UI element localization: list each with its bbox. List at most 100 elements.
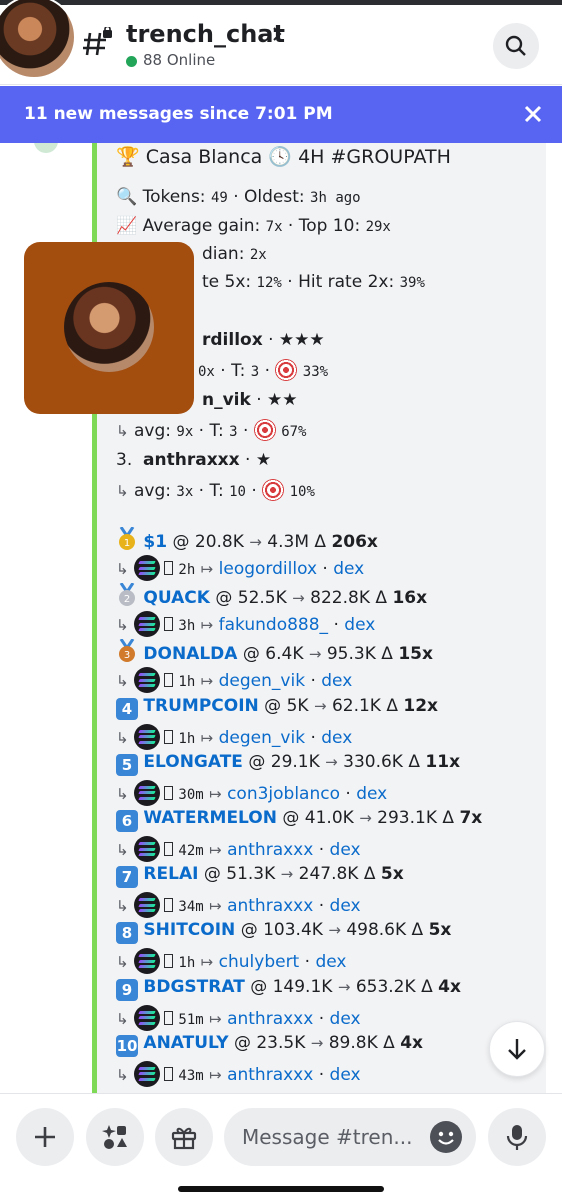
- close-icon[interactable]: [520, 101, 546, 127]
- call-meta: ↳ 2h ↦ leogordillox · dex: [116, 555, 364, 581]
- right-arrow-icon: →: [325, 752, 338, 771]
- right-arrow-icon: →: [337, 977, 351, 996]
- arrow-down-icon: [508, 1039, 526, 1060]
- missing-glyph-icon: [163, 617, 173, 632]
- delta-icon: Δ: [381, 644, 393, 665]
- right-arrow-icon: →: [310, 1033, 324, 1052]
- token-link[interactable]: ELONGATE: [143, 752, 243, 772]
- jump-to-present-button[interactable]: [489, 1021, 545, 1077]
- leader-2-stats: ↳ avg: 9x · T: 3 · 67%: [116, 419, 307, 441]
- right-arrow-icon: →: [292, 589, 305, 608]
- call-row: 1 $1 @ 20.8K → 4.3M Δ 206x: [116, 527, 378, 552]
- token-link[interactable]: BDGSTRAT: [143, 977, 244, 997]
- dex-link[interactable]: dex: [330, 840, 361, 860]
- token-link[interactable]: $1: [143, 532, 167, 552]
- maps-to-icon: ↦: [209, 841, 222, 859]
- dex-link[interactable]: dex: [321, 671, 352, 691]
- caller-link[interactable]: leogordillox: [219, 559, 317, 579]
- server-avatar[interactable]: [0, 0, 76, 79]
- delta-icon: Δ: [411, 920, 424, 941]
- dex-link[interactable]: dex: [333, 559, 364, 579]
- call-row: 8 SHITCOIN @ 103.4K → 498.6K Δ 5x: [116, 920, 451, 945]
- maps-to-icon: ↦: [209, 784, 222, 803]
- token-link[interactable]: WATERMELON: [143, 808, 277, 828]
- caller-link[interactable]: anthraxxx: [227, 1065, 313, 1085]
- right-arrow-icon: →: [308, 645, 322, 664]
- call-meta: ↳ 51m ↦ anthraxxx · dex: [116, 1004, 361, 1031]
- home-indicator: [178, 1186, 384, 1192]
- dex-link[interactable]: dex: [330, 896, 361, 916]
- maps-to-icon: ↦: [200, 953, 214, 972]
- dex-link[interactable]: dex: [344, 615, 375, 635]
- call-row: 2 QUACK @ 52.5K → 822.8K Δ 16x: [116, 583, 427, 608]
- attach-button[interactable]: [16, 1108, 74, 1166]
- channel-name[interactable]: trench_chat: [126, 20, 285, 48]
- delta-icon: Δ: [314, 532, 327, 552]
- dex-link[interactable]: dex: [321, 728, 352, 748]
- svg-text:3: 3: [124, 650, 130, 661]
- dex-link[interactable]: dex: [330, 1009, 361, 1029]
- trophy-icon: 🏆: [116, 146, 140, 168]
- call-meta: ↳ 1h ↦ degen_vik · dex: [116, 723, 352, 750]
- reaction-partial: [34, 143, 58, 153]
- emoji-button[interactable]: [430, 1121, 462, 1153]
- dex-link[interactable]: dex: [356, 784, 387, 804]
- call-meta: ↳ 34m ↦ anthraxxx · dex: [116, 892, 361, 919]
- medal-icon: 2: [119, 583, 135, 607]
- missing-glyph-icon: [163, 673, 173, 688]
- call-row: 9 BDGSTRAT @ 149.1K → 653.2K Δ 4x: [116, 977, 461, 1001]
- token-link[interactable]: DONALDA: [143, 644, 237, 664]
- caller-link[interactable]: anthraxxx: [227, 896, 313, 916]
- call-meta: ↳ 1h ↦ degen_vik · dex: [116, 667, 352, 694]
- rank-badge: 6: [116, 810, 138, 832]
- avatar: [64, 282, 154, 372]
- reply-arrow-icon: ↳: [116, 953, 129, 972]
- voice-message-button[interactable]: [488, 1108, 546, 1166]
- leader-2: n_vik · ★★: [202, 390, 298, 410]
- message-placeholder: Message #tren...: [242, 1125, 413, 1149]
- target-icon: [262, 479, 285, 501]
- caller-link[interactable]: degen_vik: [219, 671, 305, 691]
- call-meta: ↳ 43m ↦ anthraxxx · dex: [116, 1060, 361, 1087]
- floating-user-avatar[interactable]: [24, 242, 194, 414]
- clock-icon: 🕓: [268, 146, 293, 168]
- caller-link[interactable]: anthraxxx: [227, 840, 313, 860]
- search-button[interactable]: [493, 23, 539, 69]
- message-input[interactable]: Message #tren...: [224, 1108, 476, 1166]
- missing-glyph-icon: [163, 785, 173, 800]
- dex-link[interactable]: dex: [330, 1065, 361, 1085]
- reply-arrow-icon: ↳: [116, 1009, 129, 1028]
- solana-icon: [133, 667, 160, 694]
- composer-bar: Message #tren...: [0, 1093, 562, 1200]
- caller-link[interactable]: anthraxxx: [227, 1009, 313, 1029]
- caller-link[interactable]: degen_vik: [219, 728, 305, 748]
- reply-arrow-icon: ↳: [116, 482, 129, 500]
- stats-line-4: te 5x: 12% · Hit rate 2x: 39%: [202, 272, 425, 292]
- gift-button[interactable]: [155, 1108, 213, 1166]
- reply-arrow-icon: ↳: [116, 560, 129, 578]
- dex-link[interactable]: dex: [315, 952, 346, 972]
- target-icon: [253, 419, 276, 441]
- delta-icon: Δ: [375, 588, 388, 609]
- rank-badge: 5: [116, 753, 138, 776]
- caller-link[interactable]: fakundo888_: [219, 615, 328, 635]
- caller-link[interactable]: con3joblanco: [227, 784, 340, 804]
- chevron-right-icon[interactable]: [270, 26, 284, 42]
- token-link[interactable]: SHITCOIN: [143, 920, 235, 940]
- microphone-icon: [506, 1125, 528, 1150]
- token-link[interactable]: RELAI: [143, 864, 198, 884]
- new-messages-banner[interactable]: 11 new messages since 7:01 PM: [0, 86, 562, 143]
- token-link[interactable]: TRUMPCOIN: [143, 696, 258, 716]
- medal-icon: 1: [119, 527, 135, 550]
- apps-button[interactable]: [86, 1108, 144, 1166]
- maps-to-icon: ↦: [209, 1009, 222, 1028]
- right-arrow-icon: →: [249, 533, 262, 551]
- missing-glyph-icon: [163, 1066, 173, 1081]
- caller-link[interactable]: chulybert: [219, 952, 300, 972]
- solana-icon: [133, 611, 160, 638]
- maps-to-icon: ↦: [209, 1065, 222, 1084]
- search-icon: [505, 35, 526, 56]
- token-link[interactable]: ANATULY: [143, 1033, 228, 1053]
- missing-glyph-icon: [163, 954, 173, 969]
- token-link[interactable]: QUACK: [143, 588, 210, 608]
